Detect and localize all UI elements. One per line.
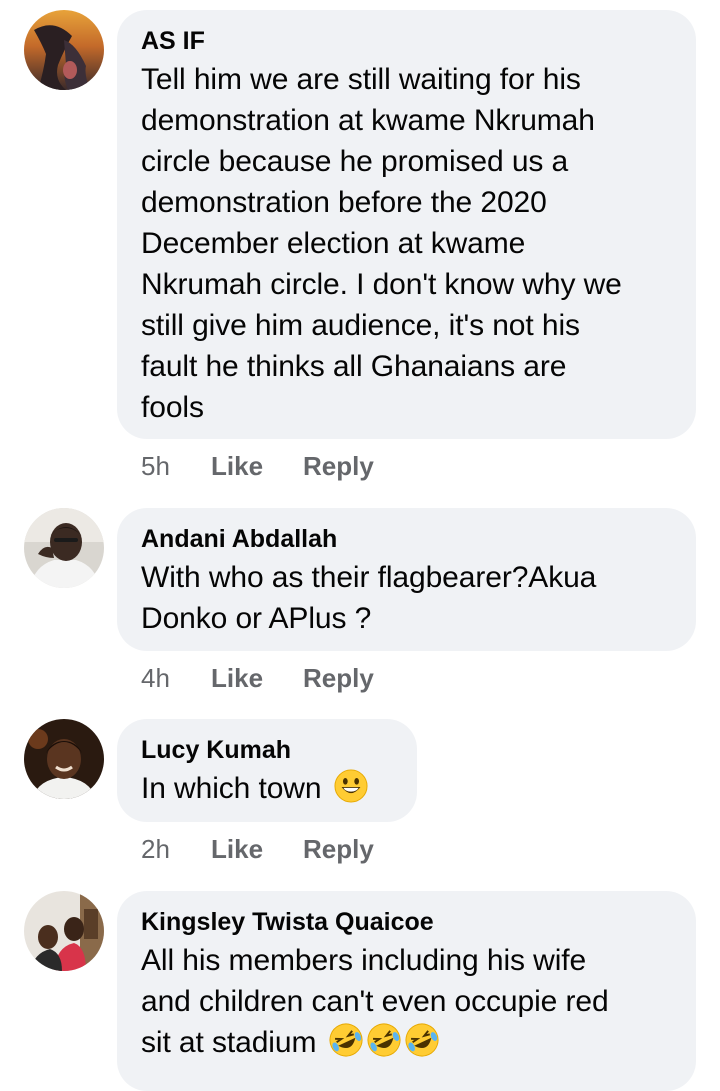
comment-text-line: Nkrumah circle. I don't know why we xyxy=(141,268,622,301)
comment-text-line: still give him audience, it's not his xyxy=(141,309,580,342)
comment-actions: 5h Like Reply xyxy=(141,451,374,482)
comment-text: Tell him we are still waiting for his de… xyxy=(141,59,672,428)
avatar[interactable] xyxy=(24,719,104,799)
comment-author[interactable]: Lucy Kumah xyxy=(141,735,393,765)
grinning-face-icon xyxy=(334,769,368,803)
comment-text-line: All his members including his wife xyxy=(141,944,587,977)
rolling-on-floor-laughing-icon xyxy=(329,1023,363,1057)
comment-text-line: demonstration before the 2020 xyxy=(141,186,547,219)
comment-text-line: With who as their flagbearer?Akua xyxy=(141,561,597,594)
reply-button[interactable]: Reply xyxy=(303,663,374,694)
comment-author[interactable]: Andani Abdallah xyxy=(141,524,672,554)
like-button[interactable]: Like xyxy=(211,834,303,865)
comment-author[interactable]: Kingsley Twista Quaicoe xyxy=(141,907,672,937)
comment-text: All his members including his wife and c… xyxy=(141,940,672,1063)
reply-button[interactable]: Reply xyxy=(303,834,374,865)
like-button[interactable]: Like xyxy=(211,451,303,482)
comment-bubble: Andani Abdallah With who as their flagbe… xyxy=(117,508,696,651)
comment-bubble: AS IF Tell him we are still waiting for … xyxy=(117,10,696,439)
comment-timestamp[interactable]: 5h xyxy=(141,451,211,482)
avatar[interactable] xyxy=(24,891,104,971)
comment-text-line: demonstration at kwame Nkrumah xyxy=(141,104,595,137)
comment-text-line: and children can't even occupie red xyxy=(141,985,609,1018)
comment-timestamp[interactable]: 2h xyxy=(141,834,211,865)
comment-actions: 2h Like Reply xyxy=(141,834,374,865)
avatar[interactable] xyxy=(24,10,104,90)
rolling-on-floor-laughing-icon xyxy=(367,1023,401,1057)
reply-button[interactable]: Reply xyxy=(303,451,374,482)
comment-author[interactable]: AS IF xyxy=(141,26,672,56)
comment-actions: 4h Like Reply xyxy=(141,663,374,694)
avatar[interactable] xyxy=(24,508,104,588)
comment-text: In which town xyxy=(141,768,393,809)
comment-bubble: Lucy Kumah In which town xyxy=(117,719,417,822)
comment-text-line: circle because he promised us a xyxy=(141,145,569,178)
comment-text-line: sit at stadium xyxy=(141,1026,317,1059)
comment-text-line: Tell him we are still waiting for his xyxy=(141,63,581,96)
comment-text-last-line: sit at stadium xyxy=(141,1022,672,1063)
comment-timestamp[interactable]: 4h xyxy=(141,663,211,694)
comment-text-line: In which town xyxy=(141,772,322,805)
comment-text-line: December election at kwame xyxy=(141,227,526,260)
comment-text-line: fools xyxy=(141,391,204,424)
comment-text: With who as their flagbearer?Akua Donko … xyxy=(141,557,672,639)
comment-bubble: Kingsley Twista Quaicoe All his members … xyxy=(117,891,696,1091)
rolling-on-floor-laughing-icon xyxy=(405,1023,439,1057)
like-button[interactable]: Like xyxy=(211,663,303,694)
comment-text-line: fault he thinks all Ghanaians are xyxy=(141,350,567,383)
comment-text-line: Donko or APlus ? xyxy=(141,602,372,635)
